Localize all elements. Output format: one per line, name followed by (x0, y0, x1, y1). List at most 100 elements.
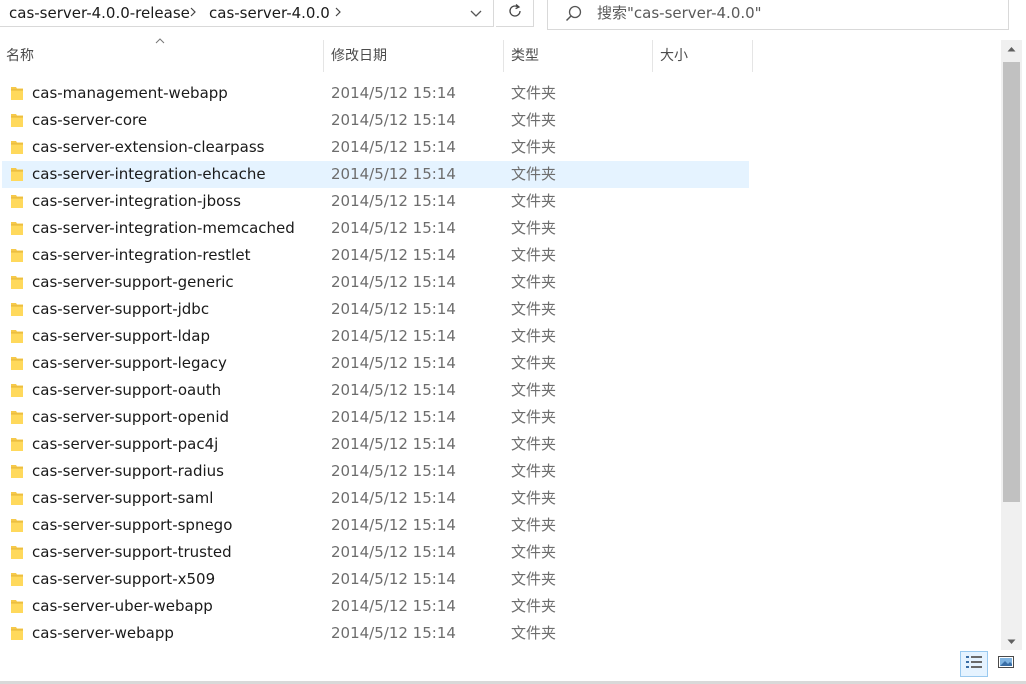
folder-icon (10, 436, 24, 452)
file-modified-date: 2014/5/12 15:14 (331, 165, 456, 183)
folder-icon (10, 166, 24, 182)
list-item[interactable]: cas-server-support-oauth 2014/5/12 15:14 文… (2, 377, 749, 404)
list-item[interactable]: cas-server-core 2014/5/12 15:14 文件夹 (2, 107, 749, 134)
list-item[interactable]: cas-server-integration-ehcache 2014/5/12 … (2, 161, 749, 188)
scroll-up-icon[interactable] (1001, 40, 1022, 57)
scroll-down-icon[interactable] (1001, 633, 1022, 650)
file-modified-date: 2014/5/12 15:14 (331, 273, 456, 291)
folder-icon (10, 274, 24, 290)
list-item[interactable]: cas-server-support-trusted 2014/5/12 15:1… (2, 539, 749, 566)
file-type: 文件夹 (511, 327, 557, 345)
breadcrumb-item-release[interactable]: cas-server-4.0.0-release (9, 3, 190, 23)
folder-icon (10, 193, 24, 209)
file-name: cas-server-support-openid (32, 408, 230, 426)
list-item[interactable]: cas-server-support-legacy 2014/5/12 15:14… (2, 350, 749, 377)
folder-icon (10, 85, 24, 101)
chevron-right-icon[interactable] (188, 2, 198, 26)
folder-icon (10, 598, 24, 614)
folder-icon (10, 490, 24, 506)
file-type: 文件夹 (511, 165, 557, 183)
file-modified-date: 2014/5/12 15:14 (331, 381, 456, 399)
column-headers: 名称 修改日期 类型 大小 (0, 40, 1000, 72)
file-name: cas-server-support-ldap (32, 327, 211, 345)
folder-icon (10, 463, 24, 479)
file-name: cas-server-support-pac4j (32, 435, 219, 453)
folder-icon (10, 220, 24, 236)
file-name: cas-server-support-jdbc (32, 300, 210, 318)
list-item[interactable]: cas-server-integration-memcached 2014/5/1… (2, 215, 749, 242)
file-name: cas-server-integration-ehcache (32, 165, 266, 183)
column-header-size[interactable]: 大小 (654, 40, 752, 72)
file-type: 文件夹 (511, 273, 557, 291)
file-type: 文件夹 (511, 435, 557, 453)
column-divider[interactable] (652, 40, 653, 72)
file-name: cas-server-uber-webapp (32, 597, 213, 615)
search-icon (564, 4, 584, 24)
list-item[interactable]: cas-server-support-saml 2014/5/12 15:14 文件… (2, 485, 749, 512)
refresh-button[interactable] (496, 0, 534, 27)
file-type: 文件夹 (511, 300, 557, 318)
column-divider[interactable] (752, 40, 753, 72)
file-modified-date: 2014/5/12 15:14 (331, 300, 456, 318)
chevron-down-icon[interactable] (464, 2, 488, 24)
list-item[interactable]: cas-management-webapp 2014/5/12 15:14 文件夹 (2, 80, 749, 107)
file-modified-date: 2014/5/12 15:14 (331, 84, 456, 102)
large-icons-view-icon (997, 654, 1015, 674)
file-modified-date: 2014/5/12 15:14 (331, 570, 456, 588)
file-name: cas-server-extension-clearpass (32, 138, 265, 156)
file-modified-date: 2014/5/12 15:14 (331, 327, 456, 345)
scrollbar-thumb[interactable] (1003, 62, 1020, 502)
file-type: 文件夹 (511, 111, 557, 129)
folder-icon (10, 625, 24, 641)
list-item[interactable]: cas-server-support-jdbc 2014/5/12 15:14 文件… (2, 296, 749, 323)
folder-icon (10, 328, 24, 344)
folder-icon (10, 409, 24, 425)
column-divider[interactable] (503, 40, 504, 72)
file-modified-date: 2014/5/12 15:14 (331, 408, 456, 426)
file-modified-date: 2014/5/12 15:14 (331, 246, 456, 264)
file-name: cas-management-webapp (32, 84, 228, 102)
list-item[interactable]: cas-server-support-pac4j 2014/5/12 15:14 文… (2, 431, 749, 458)
file-name: cas-server-support-saml (32, 489, 214, 507)
file-name: cas-server-support-radius (32, 462, 224, 480)
file-modified-date: 2014/5/12 15:14 (331, 138, 456, 156)
column-divider[interactable] (323, 40, 324, 72)
file-type: 文件夹 (511, 246, 557, 264)
file-modified-date: 2014/5/12 15:14 (331, 111, 456, 129)
list-item[interactable]: cas-server-support-x509 2014/5/12 15:14 文件… (2, 566, 749, 593)
list-item[interactable]: cas-server-support-generic 2014/5/12 15:1… (2, 269, 749, 296)
list-item[interactable]: cas-server-support-radius 2014/5/12 15:14… (2, 458, 749, 485)
folder-icon (10, 571, 24, 587)
details-view-button[interactable] (960, 651, 988, 677)
list-item[interactable]: cas-server-support-openid 2014/5/12 15:14… (2, 404, 749, 431)
file-name: cas-server-integration-jboss (32, 192, 241, 210)
folder-icon (10, 247, 24, 263)
column-header-type[interactable]: 类型 (505, 40, 652, 72)
file-name: cas-server-core (32, 111, 148, 129)
list-item[interactable]: cas-server-integration-jboss 2014/5/12 15… (2, 188, 749, 215)
folder-icon (10, 139, 24, 155)
file-name: cas-server-webapp (32, 624, 174, 642)
breadcrumb[interactable]: cas-server-4.0.0-release cas-server-4.0.… (0, 0, 494, 27)
file-type: 文件夹 (511, 192, 557, 210)
vertical-scrollbar[interactable] (1001, 40, 1022, 650)
list-item[interactable]: cas-server-integration-restlet 2014/5/12 … (2, 242, 749, 269)
folder-icon (10, 355, 24, 371)
search-input[interactable]: 搜索"cas-server-4.0.0" (547, 0, 1009, 30)
file-name: cas-server-support-legacy (32, 354, 227, 372)
list-item[interactable]: cas-server-webapp 2014/5/12 15:14 文件夹 (2, 620, 749, 647)
column-header-modified[interactable]: 修改日期 (325, 40, 503, 72)
chevron-right-icon[interactable] (333, 2, 343, 26)
list-item[interactable]: cas-server-support-spnego 2014/5/12 15:14… (2, 512, 749, 539)
list-item[interactable]: cas-server-extension-clearpass 2014/5/12 … (2, 134, 749, 161)
file-modified-date: 2014/5/12 15:14 (331, 192, 456, 210)
list-item[interactable]: cas-server-support-ldap 2014/5/12 15:14 文件… (2, 323, 749, 350)
list-item[interactable]: cas-server-uber-webapp 2014/5/12 15:14 文件夹 (2, 593, 749, 620)
file-type: 文件夹 (511, 516, 557, 534)
search-placeholder: 搜索"cas-server-4.0.0" (597, 4, 762, 22)
large-icons-view-button[interactable] (992, 651, 1020, 677)
file-explorer-window: cas-server-4.0.0-release cas-server-4.0.… (0, 0, 1026, 684)
file-type: 文件夹 (511, 219, 557, 237)
file-modified-date: 2014/5/12 15:14 (331, 354, 456, 372)
breadcrumb-item-current[interactable]: cas-server-4.0.0 (209, 3, 330, 23)
